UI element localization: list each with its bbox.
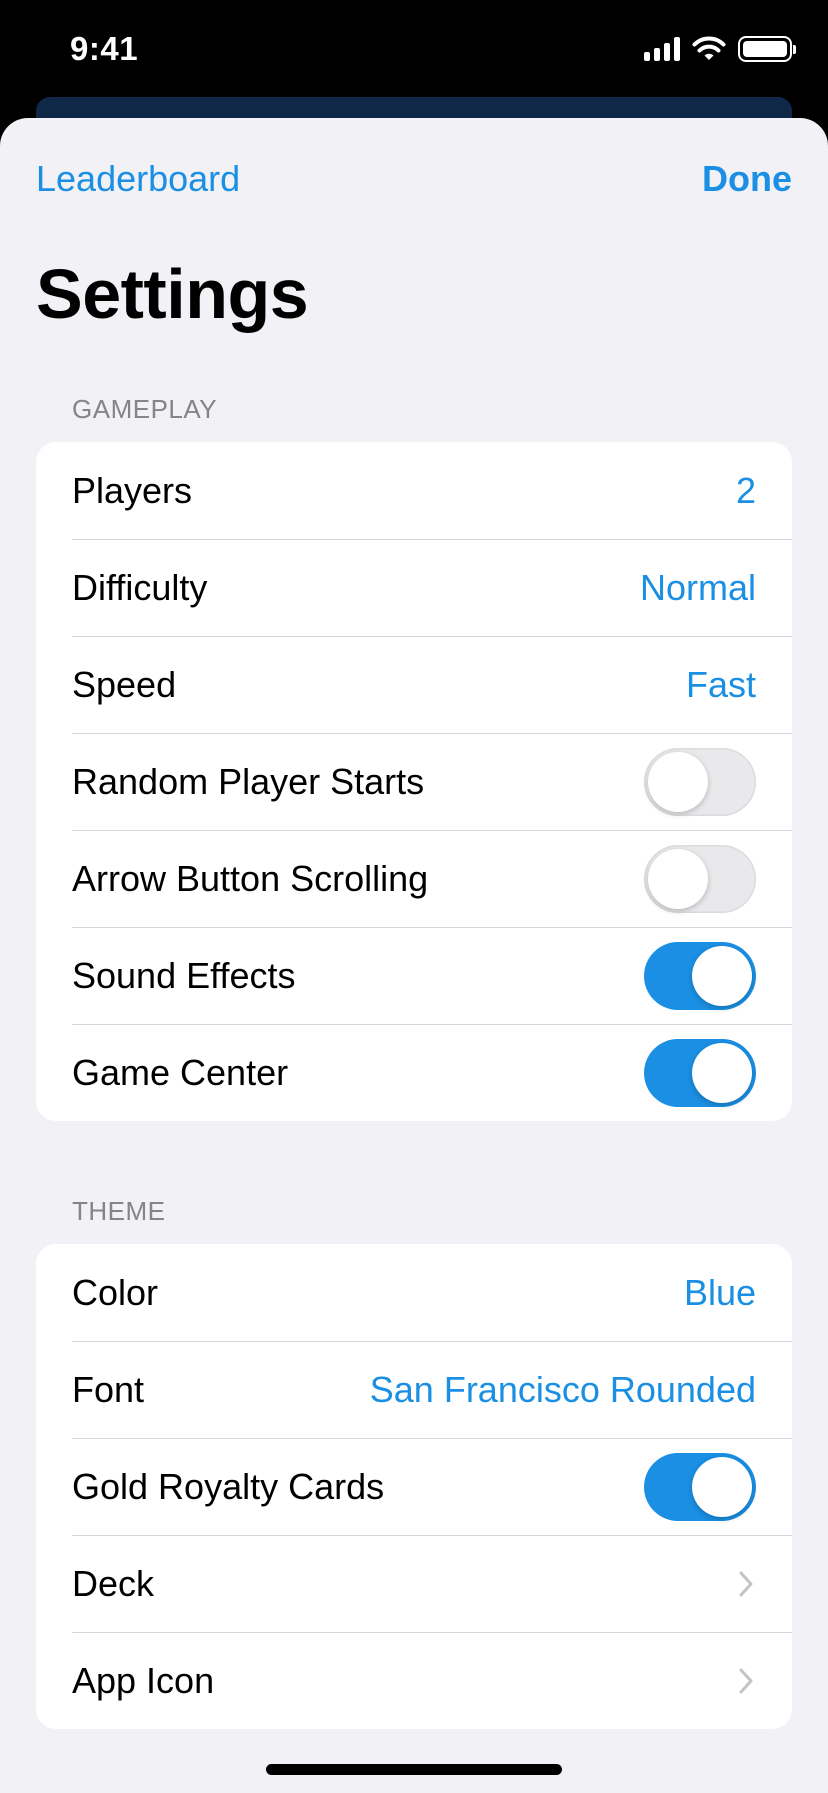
gold-royalty-cards-toggle[interactable] xyxy=(644,1452,756,1521)
gold-royalty-cards-row: Gold Royalty Cards xyxy=(36,1438,792,1535)
row-label: Speed xyxy=(72,663,177,705)
row-label: Players xyxy=(72,469,193,511)
leaderboard-button[interactable]: Leaderboard xyxy=(36,158,240,200)
difficulty-row[interactable]: Difficulty Normal xyxy=(36,539,792,636)
row-label: Deck xyxy=(72,1562,155,1604)
battery-icon xyxy=(738,36,796,62)
speed-value: Fast xyxy=(685,663,756,705)
players-row[interactable]: Players 2 xyxy=(36,442,792,539)
deck-row[interactable]: Deck xyxy=(36,1535,792,1632)
status-time: 9:41 xyxy=(70,30,139,67)
row-label: Difficulty xyxy=(72,566,208,608)
random-player-starts-toggle[interactable] xyxy=(644,747,756,816)
difficulty-value: Normal xyxy=(639,566,756,608)
status-icons xyxy=(644,36,796,62)
color-value: Blue xyxy=(683,1271,756,1313)
arrow-button-scrolling-row: Arrow Button Scrolling xyxy=(36,830,792,927)
game-center-row: Game Center xyxy=(36,1024,792,1121)
page-title: Settings xyxy=(36,255,309,333)
settings-sheet: Leaderboard Done Settings GAMEPLAY Playe… xyxy=(0,118,828,1793)
status-bar: 9:41 xyxy=(0,0,828,100)
done-button[interactable]: Done xyxy=(702,158,792,200)
row-label: Color xyxy=(72,1271,159,1313)
wifi-icon xyxy=(692,36,726,60)
players-value: 2 xyxy=(735,469,756,511)
row-label: Arrow Button Scrolling xyxy=(72,857,429,899)
speed-row[interactable]: Speed Fast xyxy=(36,636,792,733)
chevron-right-icon xyxy=(736,1568,756,1600)
row-label: Gold Royalty Cards xyxy=(72,1465,385,1507)
cellular-signal-icon xyxy=(644,37,680,61)
app-icon-row[interactable]: App Icon xyxy=(36,1632,792,1729)
row-label: Random Player Starts xyxy=(72,760,425,802)
sound-effects-toggle[interactable] xyxy=(644,941,756,1010)
theme-group: Color Blue Font San Francisco Rounded Go… xyxy=(36,1244,792,1729)
color-row[interactable]: Color Blue xyxy=(36,1244,792,1341)
section-header-gameplay: GAMEPLAY xyxy=(72,394,218,424)
section-header-theme: THEME xyxy=(72,1196,166,1226)
arrow-button-scrolling-toggle[interactable] xyxy=(644,844,756,913)
home-indicator[interactable] xyxy=(266,1764,562,1775)
row-label: App Icon xyxy=(72,1659,215,1701)
row-label: Font xyxy=(72,1368,145,1410)
row-label: Game Center xyxy=(72,1051,289,1093)
row-label: Sound Effects xyxy=(72,954,296,996)
gameplay-group: Players 2 Difficulty Normal Speed Fast R… xyxy=(36,442,792,1121)
game-center-toggle[interactable] xyxy=(644,1038,756,1107)
font-value: San Francisco Rounded xyxy=(369,1368,756,1410)
sound-effects-row: Sound Effects xyxy=(36,927,792,1024)
chevron-right-icon xyxy=(736,1665,756,1697)
font-row[interactable]: Font San Francisco Rounded xyxy=(36,1341,792,1438)
random-player-starts-row: Random Player Starts xyxy=(36,733,792,830)
